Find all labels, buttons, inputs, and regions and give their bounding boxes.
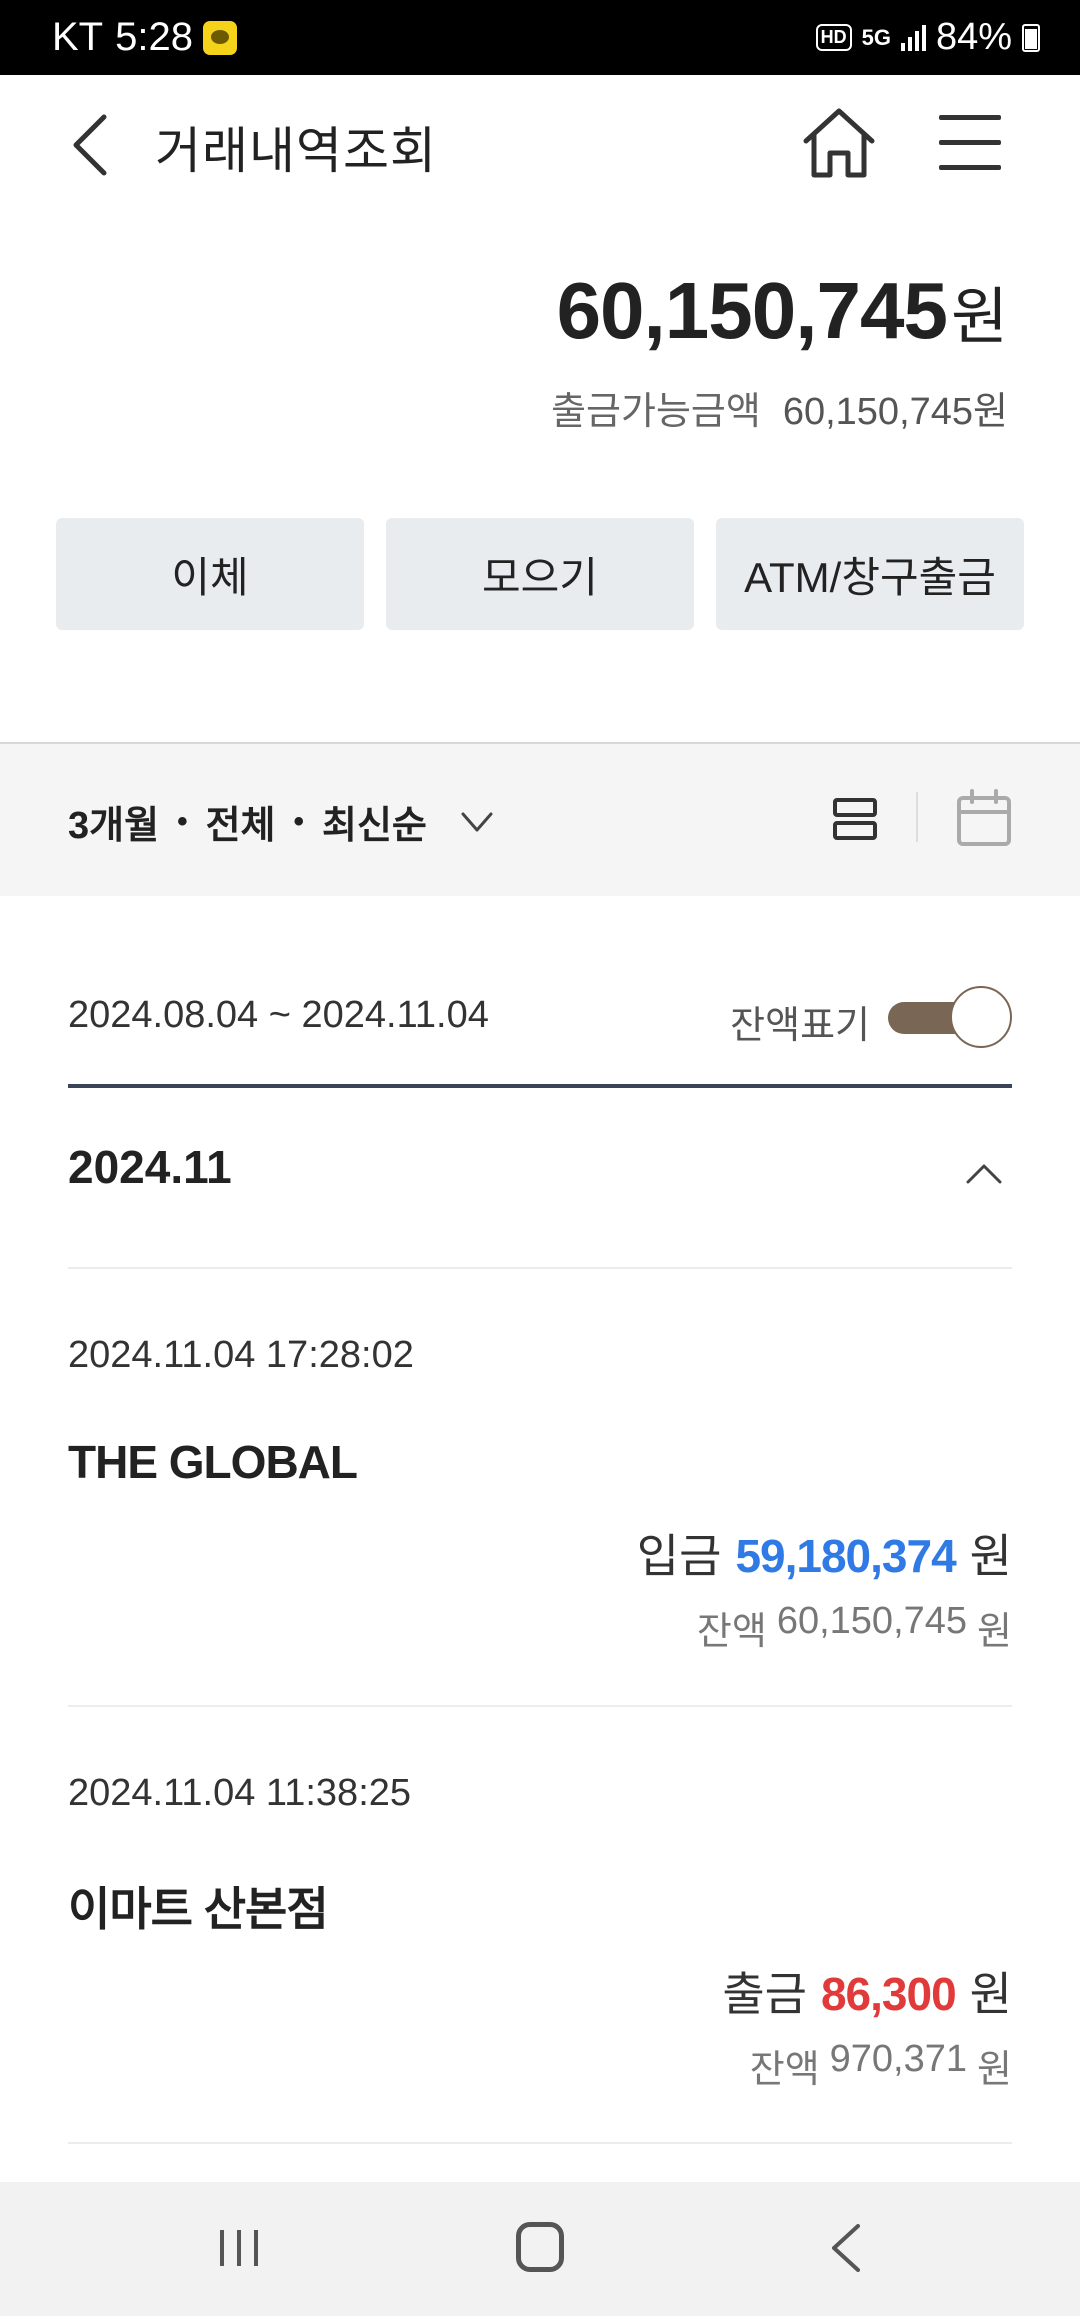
home-button[interactable] [800,105,878,181]
available-value: 60,150,745원 [782,391,1008,433]
amount-unit: 원 [969,1530,1012,1582]
range-underline [68,1084,1012,1088]
status-left: KT 5:28 [52,0,237,75]
clock: 5:28 [115,15,193,59]
balance-label: 잔액 [749,2049,820,2091]
atm-withdraw-button[interactable]: ATM/창구출금 [716,518,1024,630]
balance-value: 60,150,745 [776,1600,968,1642]
transaction-kind: 입금 [636,1530,722,1582]
transaction-divider [68,2142,1012,2144]
balance-unit: 원 [950,283,1008,352]
collect-button[interactable]: 모으기 [386,518,694,630]
transaction-timestamp: 2024.11.04 11:38:25 [68,1772,412,1814]
transaction-amount: 출금 86,300 원 [722,1958,1012,2024]
balance-label: 잔액 [696,1611,767,1653]
toggle-knob [950,986,1012,1048]
hd-voice-icon: HD [815,24,852,51]
balance-toggle[interactable] [888,986,1012,1048]
filter-separator: • [177,804,188,838]
calendar-icon [957,789,1011,846]
view-divider [916,792,918,842]
battery-percent: 84% [935,16,1012,58]
chevron-up-icon [966,1164,1002,1184]
filter-sort: 최신순 [322,805,427,847]
menu-icon-line [939,140,1001,145]
month-label: 2024.11 [68,1141,232,1193]
home-icon [803,108,875,178]
5g-icon: 5G [861,24,891,50]
amount-value: 86,300 [820,1968,957,2020]
balance-amount: 60,150,745 [556,266,948,355]
available-amount: 출금가능금액 60,150,745원 [551,380,1008,435]
status-right: HD 5G 84% [815,0,1040,75]
transaction-item[interactable]: 2024.11.04 11:38:25 이마트 산본점 출금 86,300 원 … [68,1772,1012,2092]
transaction-divider [68,1705,1012,1707]
list-view-icon [833,798,877,840]
kakao-notification-icon [202,20,237,55]
date-range: 2024.08.04 ~ 2024.11.04 [68,994,489,1036]
menu-button[interactable] [935,113,1005,173]
back-button[interactable] [62,113,122,177]
page-title: 거래내역조회 [155,123,437,179]
list-view-button[interactable] [832,794,878,844]
balance-toggle-label: 잔액표기 [730,1005,870,1047]
transaction-timestamp: 2024.11.04 17:28:02 [68,1334,414,1376]
menu-icon-line [939,115,1001,120]
transaction-kind: 출금 [722,1968,807,2020]
filter-bar: 3개월 • 전체 • 최신순 [0,744,1080,896]
system-home-button[interactable] [516,2222,564,2272]
filter-separator: • [293,804,305,838]
date-range-row: 2024.08.04 ~ 2024.11.04 잔액표기 [68,986,1012,1048]
signal-icon [900,24,926,51]
amount-value: 59,180,374 [735,1530,956,1582]
transfer-button[interactable]: 이체 [56,518,364,630]
battery-icon [1022,23,1040,52]
transaction-name: 이마트 산본점 [68,1883,329,1935]
balance-unit: 원 [977,2049,1012,2091]
carrier-label: KT [52,15,104,59]
balance-unit: 원 [977,1611,1012,1653]
month-group-header[interactable]: 2024.11 [68,1140,1012,1210]
filter-type: 전체 [205,805,276,847]
account-balance: 60,150,745 원 [557,265,1008,357]
month-divider [68,1267,1012,1269]
menu-icon-line [939,165,1001,170]
transaction-name: THE GLOBAL [68,1436,358,1488]
app-header: 거래내역조회 [0,75,1080,210]
balance-value: 970,371 [829,2038,968,2080]
recents-icon [220,2230,258,2266]
transaction-amount: 입금 59,180,374 원 [637,1520,1012,1586]
filter-dropdown[interactable]: 3개월 • 전체 • 최신순 [68,794,495,849]
transaction-balance: 잔액 60,150,745 원 [697,1600,1012,1655]
calendar-view-button[interactable] [956,788,1012,848]
transaction-balance: 잔액 970,371 원 [750,2038,1012,2093]
system-nav-bar [0,2182,1080,2316]
chevron-left-icon [73,114,107,176]
chevron-down-icon [461,812,493,831]
amount-unit: 원 [969,1968,1012,2020]
back-arrow-icon [832,2224,860,2272]
system-back-button[interactable] [826,2222,866,2274]
available-label: 출금가능금액 [551,391,761,433]
action-buttons: 이체 모으기 ATM/창구출금 [56,518,1024,630]
filter-period: 3개월 [68,805,160,847]
status-bar: KT 5:28 HD 5G 84% [0,0,1080,75]
transaction-item[interactable]: 2024.11.04 17:28:02 THE GLOBAL 입금 59,180… [68,1334,1012,1654]
recents-button[interactable] [216,2226,262,2270]
